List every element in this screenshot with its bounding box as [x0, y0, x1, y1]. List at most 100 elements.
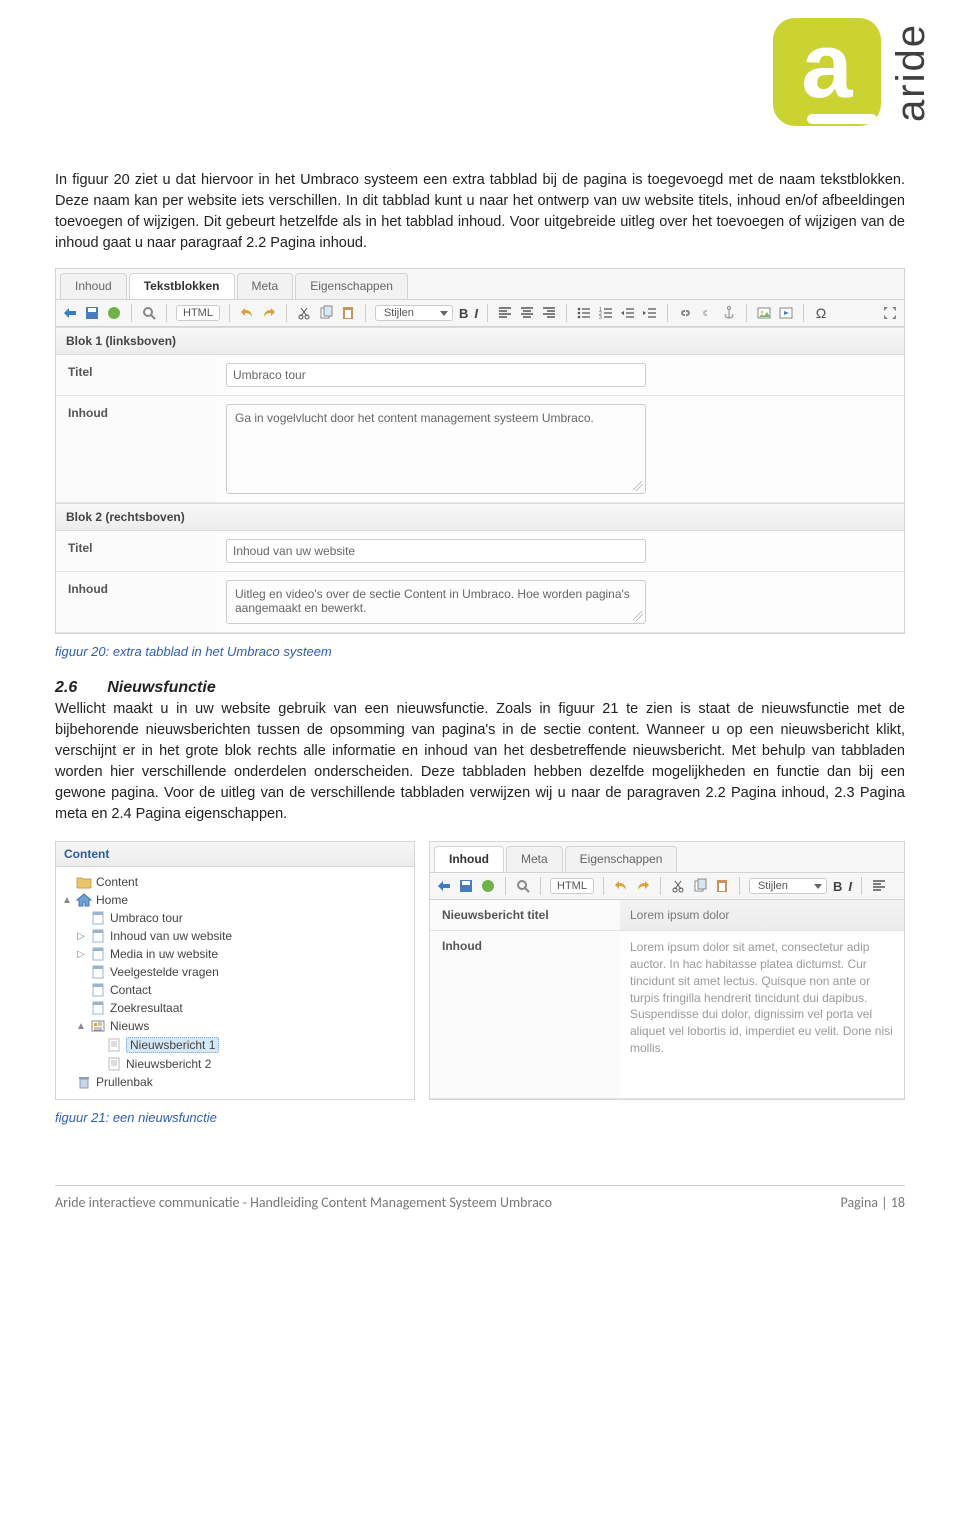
news-title-value[interactable]: Lorem ipsum dolor: [620, 900, 904, 930]
align-left-icon[interactable]: [871, 878, 887, 894]
svg-text:3: 3: [599, 315, 602, 321]
block1-title-input[interactable]: [226, 363, 646, 387]
tree-item[interactable]: Umbraco tour: [62, 909, 408, 927]
redo-icon[interactable]: [261, 305, 277, 321]
detail-tab-eigenschappen[interactable]: Eigenschappen: [565, 846, 678, 872]
tab-eigenschappen[interactable]: Eigenschappen: [295, 273, 408, 299]
tree-item[interactable]: Nieuwsbericht 1: [62, 1035, 408, 1055]
tab-tekstblokken[interactable]: Tekstblokken: [129, 273, 235, 299]
detail-tabs: Inhoud Meta Eigenschappen: [430, 842, 904, 873]
bold-button[interactable]: B: [833, 879, 842, 894]
block2-content-editor[interactable]: Uitleg en video's over de sectie Content…: [226, 580, 646, 624]
tree-toggle-icon[interactable]: ▷: [76, 949, 86, 960]
page-icon: [90, 1001, 106, 1015]
block2-title-input[interactable]: [226, 539, 646, 563]
align-right-icon[interactable]: [541, 305, 557, 321]
tree-item-label: Veelgestelde vragen: [110, 965, 219, 979]
copy-icon[interactable]: [692, 878, 708, 894]
preview-icon[interactable]: [141, 305, 157, 321]
doc-icon: [106, 1038, 122, 1052]
save-icon[interactable]: [458, 878, 474, 894]
news-title-label: Nieuwsbericht titel: [430, 900, 620, 930]
preview-icon[interactable]: [515, 878, 531, 894]
styles-dropdown[interactable]: Stijlen: [375, 305, 453, 321]
arrow-icon: [62, 305, 78, 321]
save-icon[interactable]: [84, 305, 100, 321]
tree-item[interactable]: ▲ Nieuws: [62, 1017, 408, 1035]
publish-icon[interactable]: [106, 305, 122, 321]
cut-icon[interactable]: [296, 305, 312, 321]
tree-item[interactable]: ▲Home: [62, 891, 408, 909]
redo-icon[interactable]: [635, 878, 651, 894]
news-icon: [90, 1019, 106, 1033]
intro-paragraph: In figuur 20 ziet u dat hiervoor in het …: [55, 170, 905, 254]
tree-toggle-icon[interactable]: ▷: [76, 931, 86, 942]
tree-item[interactable]: ▷ Inhoud van uw website: [62, 927, 408, 945]
block1-content-editor[interactable]: Ga in vogelvlucht door het content manag…: [226, 404, 646, 494]
html-button[interactable]: HTML: [550, 878, 594, 894]
tree-item[interactable]: Zoekresultaat: [62, 999, 408, 1017]
tree-item[interactable]: Content: [62, 873, 408, 891]
detail-panel: Inhoud Meta Eigenschappen HTML Stijlen B…: [429, 841, 905, 1100]
bold-button[interactable]: B: [459, 306, 468, 321]
styles-dropdown[interactable]: Stijlen: [749, 878, 827, 894]
tab-meta[interactable]: Meta: [237, 273, 294, 299]
undo-icon[interactable]: [613, 878, 629, 894]
tree-toggle-icon[interactable]: ▲: [76, 1021, 86, 1032]
tree-item[interactable]: ▷Media in uw website: [62, 945, 408, 963]
omega-icon[interactable]: Ω: [813, 305, 829, 321]
tree-item[interactable]: Veelgestelde vragen: [62, 963, 408, 981]
section-number: 2.6: [55, 679, 77, 696]
copy-icon[interactable]: [318, 305, 334, 321]
paste-icon[interactable]: [340, 305, 356, 321]
media-icon[interactable]: [778, 305, 794, 321]
italic-button[interactable]: I: [474, 306, 478, 321]
detail-toolbar: HTML Stijlen B I: [430, 873, 904, 900]
doc-icon: [106, 1057, 122, 1071]
tree-item-label: Content: [96, 875, 138, 889]
tree-item[interactable]: Prullenbak: [62, 1073, 408, 1091]
tree-item-label: Inhoud van uw website: [110, 929, 232, 943]
block-2-header: Blok 2 (rechtsboven): [56, 503, 904, 531]
cut-icon[interactable]: [670, 878, 686, 894]
tree-item-label: Nieuws: [110, 1019, 149, 1033]
tree-toggle-icon[interactable]: ▲: [62, 895, 72, 906]
outdent-icon[interactable]: [620, 305, 636, 321]
detail-tab-meta[interactable]: Meta: [506, 846, 563, 872]
align-left-icon[interactable]: [497, 305, 513, 321]
tree-item[interactable]: Contact: [62, 981, 408, 999]
link-icon[interactable]: [677, 305, 693, 321]
editor-toolbar: HTML Stijlen B I 123 Ω: [56, 300, 904, 327]
tree-item[interactable]: Nieuwsbericht 2: [62, 1055, 408, 1073]
resize-handle-icon[interactable]: [633, 481, 643, 491]
content-label: Inhoud: [56, 396, 216, 502]
italic-button[interactable]: I: [848, 879, 852, 894]
number-list-icon[interactable]: 123: [598, 305, 614, 321]
align-center-icon[interactable]: [519, 305, 535, 321]
chevron-down-icon: [440, 311, 448, 316]
paste-icon[interactable]: [714, 878, 730, 894]
figure-20-caption: figuur 20: extra tabblad in het Umbraco …: [55, 644, 905, 659]
resize-handle-icon[interactable]: [633, 611, 643, 621]
page-footer: Aride interactieve communicatie - Handle…: [55, 1185, 905, 1211]
news-content-label: Inhoud: [430, 931, 620, 1098]
undo-icon[interactable]: [239, 305, 255, 321]
chevron-down-icon: [814, 884, 822, 889]
figure-21-screenshot: Content Content▲HomeUmbraco tour▷Inhoud …: [55, 841, 905, 1100]
content-tree-panel: Content Content▲HomeUmbraco tour▷Inhoud …: [55, 841, 415, 1100]
detail-tab-inhoud[interactable]: Inhoud: [434, 846, 504, 872]
section-heading: 2.6Nieuwsfunctie: [55, 679, 905, 697]
tab-inhoud[interactable]: Inhoud: [60, 273, 127, 299]
unlink-icon[interactable]: [699, 305, 715, 321]
bullet-list-icon[interactable]: [576, 305, 592, 321]
tree-item-label: Nieuwsbericht 1: [126, 1037, 219, 1053]
news-content-value[interactable]: Lorem ipsum dolor sit amet, consectetur …: [620, 931, 904, 1098]
html-button[interactable]: HTML: [176, 305, 220, 321]
anchor-icon[interactable]: [721, 305, 737, 321]
content-label: Inhoud: [56, 572, 216, 632]
page-icon: [90, 929, 106, 943]
expand-icon[interactable]: [882, 305, 898, 321]
image-icon[interactable]: [756, 305, 772, 321]
indent-icon[interactable]: [642, 305, 658, 321]
publish-icon[interactable]: [480, 878, 496, 894]
